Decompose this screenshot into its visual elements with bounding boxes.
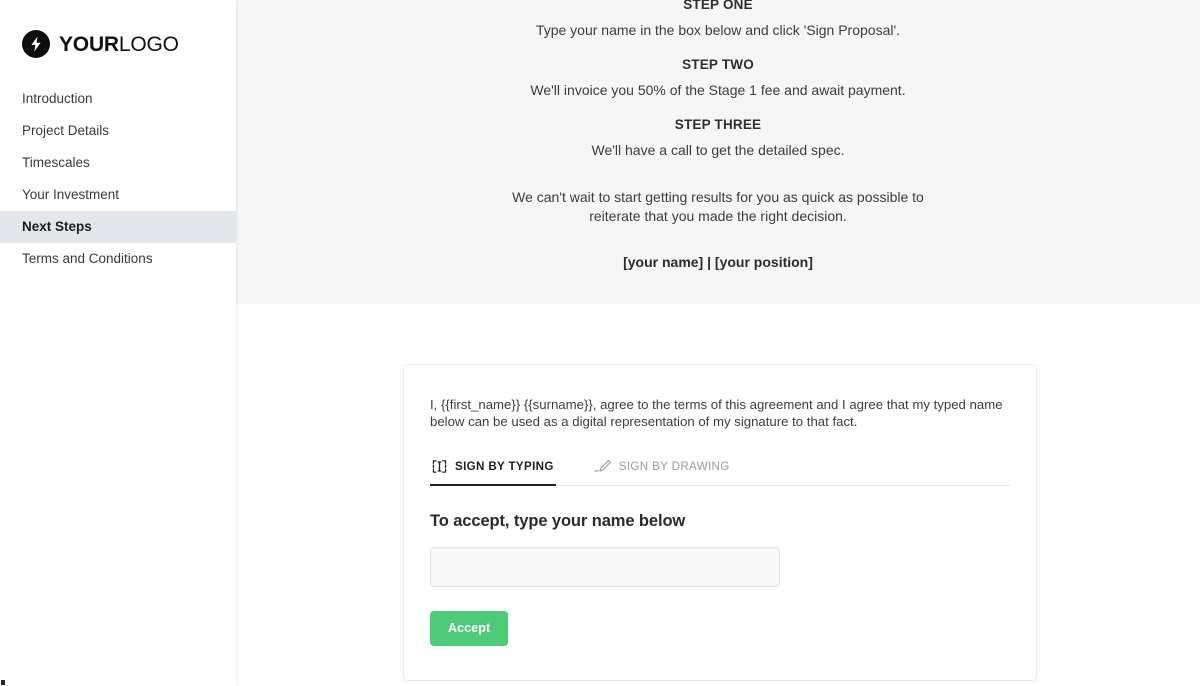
sidebar-item-your-investment[interactable]: Your Investment [0, 179, 236, 211]
sidebar: YOURLOGO Introduction Project Details Ti… [0, 0, 236, 686]
sidebar-item-timescales[interactable]: Timescales [0, 147, 236, 179]
logo-wordmark: YOURLOGO [59, 34, 179, 55]
brand-logo[interactable]: YOURLOGO [0, 0, 236, 62]
accept-button[interactable]: Accept [430, 611, 509, 646]
logo-text-light: LOGO [118, 32, 179, 56]
accept-heading: To accept, type your name below [430, 512, 686, 530]
tab-sign-by-typing-label: SIGN BY TYPING [455, 460, 554, 473]
sidebar-item-terms-and-conditions[interactable]: Terms and Conditions [0, 243, 236, 275]
step-three-title: STEP THREE [674, 117, 762, 132]
pen-signature-icon [594, 459, 611, 474]
step-two-body: We'll invoice you 50% of the Stage 1 fee… [530, 82, 906, 98]
step-three-body: We'll have a call to get the detailed sp… [591, 142, 845, 158]
signature-mode-tabs: SIGN BY TYPING SIGN BY DRAWING [430, 456, 1010, 486]
sidebar-nav: Introduction Project Details Timescales … [0, 83, 236, 275]
signoff-line: [your name] | [your position] [623, 254, 813, 270]
tab-sign-by-typing[interactable]: SIGN BY TYPING [430, 455, 556, 486]
next-steps-section: STEP ONE Type your name in the box below… [236, 0, 1200, 304]
tab-sign-by-drawing[interactable]: SIGN BY DRAWING [592, 455, 732, 485]
text-cursor-box-icon [432, 459, 447, 474]
logo-text-bold: YOUR [59, 32, 119, 56]
scroll-artifact [1, 680, 5, 685]
step-one-title: STEP ONE [683, 0, 753, 12]
signature-name-input[interactable] [430, 547, 780, 587]
sidebar-item-introduction[interactable]: Introduction [0, 83, 236, 115]
sidebar-item-next-steps[interactable]: Next Steps [0, 211, 236, 243]
agreement-text: I, {{first_name}} {{surname}}, agree to … [430, 397, 1003, 429]
tab-sign-by-drawing-label: SIGN BY DRAWING [618, 460, 730, 473]
steps-inner: STEP ONE Type your name in the box below… [236, 0, 1200, 270]
closing-paragraph: We can't wait to start getting results f… [512, 189, 924, 224]
step-one-body: Type your name in the box below and clic… [535, 22, 901, 38]
page-root: YOURLOGO Introduction Project Details Ti… [0, 0, 1200, 686]
sidebar-item-project-details[interactable]: Project Details [0, 115, 236, 147]
signature-card: I, {{first_name}} {{surname}}, agree to … [403, 364, 1037, 681]
step-two-title: STEP TWO [682, 57, 754, 72]
main-content: STEP ONE Type your name in the box below… [236, 0, 1200, 686]
lightning-bolt-icon [22, 30, 50, 58]
signature-card-area: I, {{first_name}} {{surname}}, agree to … [236, 304, 1200, 681]
